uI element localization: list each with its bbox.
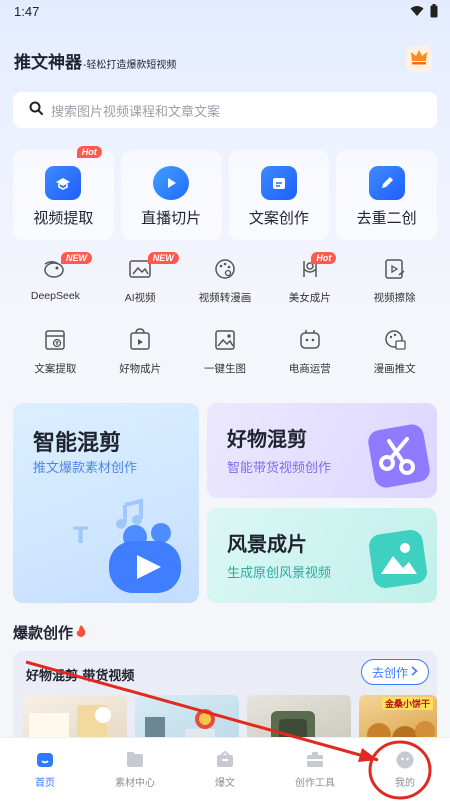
tab-label: 爆文 <box>215 778 235 789</box>
tool-label: DeepSeek <box>30 290 80 302</box>
tab-label: 我的 <box>395 778 415 789</box>
promo-goods-mix[interactable]: 好物混剪 智能带货视频创作 <box>207 403 437 498</box>
promo-subtitle: 智能带货视频创作 <box>227 460 332 475</box>
tab-label: 素材中心 <box>115 778 155 789</box>
tool-label: 文案创作 <box>248 210 309 227</box>
dedup-edit-icon <box>368 166 405 200</box>
tools-row-2: 文案提取 好物成片 一键生图 电商运营 漫画推文 <box>13 327 437 376</box>
scissors-icon <box>363 421 431 496</box>
tool-label: 文案提取 <box>34 363 77 375</box>
product-video-icon <box>127 327 153 353</box>
tool-copywriting[interactable]: 文案创作 <box>228 150 330 240</box>
tab-profile[interactable]: 我的 <box>360 738 450 801</box>
status-time: 1:47 <box>14 4 40 19</box>
tool-label: 电商运营 <box>288 363 331 375</box>
go-create-button[interactable]: 去创作 <box>360 659 429 685</box>
battery-icon <box>430 4 438 18</box>
tool-label: 美女成片 <box>288 292 331 304</box>
video-camera-icon: T <box>73 495 193 600</box>
bottom-tab-bar: 首页 素材中心 爆文 创作工具 我的 <box>0 737 450 801</box>
new-badge: NEW <box>147 252 179 264</box>
vip-crown-button[interactable] <box>406 46 432 72</box>
promo-title: 好物混剪 <box>227 429 307 451</box>
tool-dedup-edit[interactable]: 去重二创 <box>336 150 437 240</box>
tool-label: 视频擦除 <box>373 292 416 304</box>
tab-home[interactable]: 首页 <box>0 738 90 801</box>
section-title-text: 爆款创作 <box>13 625 74 642</box>
tab-material-center[interactable]: 素材中心 <box>90 738 180 801</box>
search-placeholder: 搜索图片视频课程和文章文案 <box>51 103 221 119</box>
promo-subtitle: 推文爆款素材创作 <box>33 460 138 475</box>
search-icon <box>29 101 43 120</box>
tool-ecommerce[interactable]: 电商运营 <box>267 327 352 376</box>
promo-subtitle: 生成原创风景视频 <box>227 565 332 580</box>
app-title: 推文神器 <box>14 53 82 72</box>
tool-beauty-video[interactable]: Hot 美女成片 <box>267 252 352 305</box>
search-bar[interactable]: 搜索图片视频课程和文章文案 <box>13 92 437 128</box>
tab-hot-article[interactable]: 爆文 <box>180 738 270 801</box>
tool-product-video[interactable]: 好物成片 <box>98 327 183 376</box>
hot-badge: Hot <box>76 146 102 158</box>
main-tools: Hot 视频提取 直播切片 文案创作 去重二创 <box>13 146 437 240</box>
crown-icon <box>410 49 428 70</box>
status-bar: 1:47 <box>0 0 450 24</box>
tab-creation-tools[interactable]: 创作工具 <box>270 738 360 801</box>
home-icon <box>35 750 55 770</box>
creation-tools-icon <box>305 750 325 770</box>
tool-image-gen[interactable]: 一键生图 <box>183 327 268 376</box>
landscape-photo-icon <box>363 524 431 599</box>
header: 推文神器-轻松打造爆款短视频 <box>14 46 436 74</box>
tool-video-extract[interactable]: Hot 视频提取 <box>13 146 114 240</box>
video-extract-icon <box>45 166 82 200</box>
tool-label: 一键生图 <box>203 363 246 375</box>
video-to-comic-icon <box>212 256 238 282</box>
material-center-icon <box>125 750 145 770</box>
profile-icon <box>395 750 415 770</box>
hot-panel-title: 好物混剪-带货视频 <box>26 668 135 683</box>
tool-video-to-comic[interactable]: 视频转漫画 <box>183 256 268 305</box>
promo-title: 风景成片 <box>227 534 307 556</box>
tab-label: 创作工具 <box>295 778 335 789</box>
status-icons <box>410 4 438 18</box>
tool-video-erase[interactable]: 视频擦除 <box>352 256 437 305</box>
tab-label: 首页 <box>35 778 55 789</box>
go-create-label: 去创作 <box>371 665 408 680</box>
promo-title: 智能混剪 <box>33 430 122 455</box>
tool-label: 直播切片 <box>141 210 202 227</box>
comic-post-icon <box>382 327 408 353</box>
ecommerce-icon <box>297 327 323 353</box>
tools-row-1: NEW DeepSeek NEW AI视频 视频转漫画 Hot 美女成片 视频擦… <box>13 252 437 305</box>
tool-deepseek[interactable]: NEW DeepSeek <box>13 252 98 305</box>
svg-text:T: T <box>73 524 88 549</box>
tool-label: 去重二创 <box>356 210 417 227</box>
hot-badge: Hot <box>311 252 337 264</box>
live-clip-icon <box>153 166 190 200</box>
flame-icon <box>75 624 87 642</box>
tool-label: 好物成片 <box>119 363 162 375</box>
thumbnail-caption: 金桑小饼干 <box>381 697 433 710</box>
hot-section-title: 爆款创作 <box>13 622 87 643</box>
hot-article-icon <box>215 750 235 770</box>
tool-label: 漫画推文 <box>373 363 416 375</box>
wifi-icon <box>410 5 424 17</box>
tool-comic-post[interactable]: 漫画推文 <box>352 327 437 376</box>
chevron-right-icon <box>411 665 418 679</box>
app-subtitle: -轻松打造爆款短视频 <box>83 60 177 71</box>
tool-live-clip[interactable]: 直播切片 <box>120 150 222 240</box>
tool-label: 视频转漫画 <box>198 292 252 304</box>
video-erase-icon <box>382 256 408 282</box>
tool-ai-video[interactable]: NEW AI视频 <box>98 252 183 305</box>
tool-text-extract[interactable]: 文案提取 <box>13 327 98 376</box>
new-badge: NEW <box>61 252 92 264</box>
image-gen-icon <box>212 327 238 353</box>
tool-label: 视频提取 <box>33 210 94 227</box>
copywriting-icon <box>260 166 297 200</box>
promo-scenery[interactable]: 风景成片 生成原创风景视频 <box>207 508 437 603</box>
promo-smart-mix[interactable]: 智能混剪 推文爆款素材创作 T <box>13 403 199 603</box>
tool-label: AI视频 <box>124 292 156 304</box>
text-extract-icon <box>42 327 68 353</box>
